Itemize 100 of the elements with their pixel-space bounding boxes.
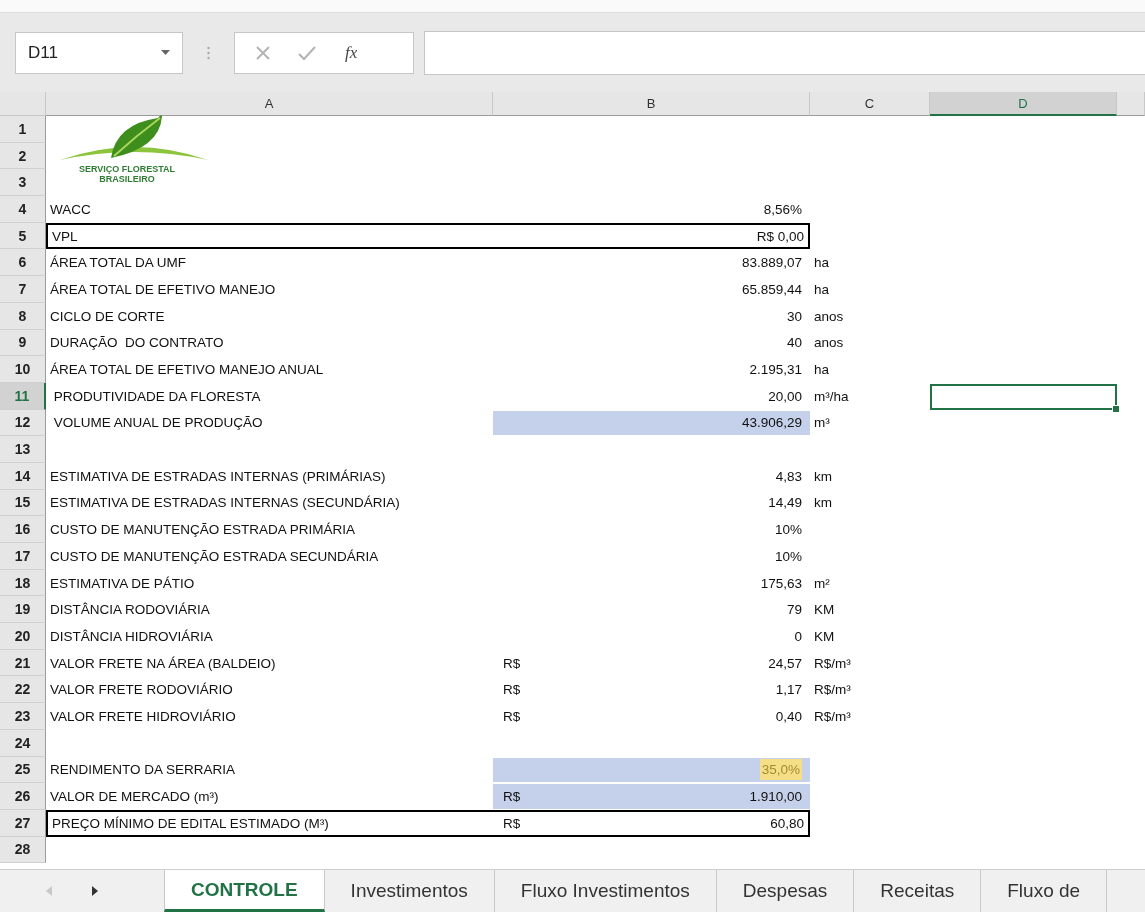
sheet-tab[interactable]: Despesas <box>716 870 855 912</box>
row-header[interactable]: 22 <box>0 676 46 704</box>
row-header[interactable]: 12 <box>0 409 46 437</box>
row-label: VALOR FRETE HIDROVIÁRIO <box>50 708 236 724</box>
sheet-tab[interactable]: Investimentos <box>324 870 495 912</box>
row-label: CUSTO DE MANUTENÇÃO ESTRADA SECUNDÁRIA <box>50 548 379 564</box>
row-label: ÁREA TOTAL DA UMF <box>50 255 187 271</box>
row-header[interactable]: 10 <box>0 356 46 383</box>
caret-icon <box>161 50 170 55</box>
cell-value: 175,63 <box>760 575 802 591</box>
scroll-left-icon[interactable] <box>46 886 52 896</box>
column-header[interactable]: A <box>46 92 493 116</box>
highlighted-value: 35,0% <box>759 759 802 781</box>
row-header[interactable]: 17 <box>0 543 46 570</box>
row-header[interactable]: 25 <box>0 756 46 784</box>
cell-value: 40 <box>786 335 802 351</box>
sheet-tab[interactable]: Fluxo de <box>981 870 1108 912</box>
row-label: WACC <box>50 201 91 217</box>
row-header[interactable]: 8 <box>0 302 46 330</box>
cell-value: 83.889,07 <box>741 255 802 271</box>
row-header[interactable]: 3 <box>0 169 46 197</box>
column-header[interactable] <box>1117 92 1145 116</box>
unit-label: R$/m³ <box>814 655 851 671</box>
name-box[interactable]: D11 <box>15 31 183 74</box>
row-label: CUSTO DE MANUTENÇÃO ESTRADA PRIMÁRIA <box>50 522 356 538</box>
row-header[interactable]: 18 <box>0 569 46 597</box>
cell-value: 43.906,29 <box>741 415 802 431</box>
unit-label: m³/ha <box>814 388 849 404</box>
cell-value: 10% <box>774 548 802 564</box>
unit-label: km <box>814 468 832 484</box>
row-header[interactable]: 6 <box>0 249 46 277</box>
sheet-tab[interactable]: CONTROLE <box>164 870 325 912</box>
cell-value: 1.910,00 <box>749 789 802 805</box>
currency-label: R$ <box>503 789 521 805</box>
cell-value: 0 <box>794 628 802 644</box>
cell-value: 65.859,44 <box>741 281 802 297</box>
row-header[interactable]: 11 <box>0 382 46 410</box>
row-label: ÁREA TOTAL DE EFETIVO MANEJO ANUAL <box>50 362 324 378</box>
unit-label: KM <box>814 628 835 644</box>
selected-cell[interactable] <box>930 383 1117 410</box>
row-header[interactable]: 26 <box>0 783 46 810</box>
row-header[interactable]: 9 <box>0 329 46 357</box>
insert-function-button[interactable]: fx <box>343 42 360 63</box>
row-label: DURAÇÃO DO CONTRATO <box>50 335 224 351</box>
row-header[interactable]: 7 <box>0 276 46 303</box>
scroll-right-icon[interactable] <box>92 886 98 896</box>
cancel-icon[interactable] <box>255 44 271 61</box>
row-label: RENDIMENTO DA SERRARIA <box>50 762 236 778</box>
row-header[interactable]: 28 <box>0 836 46 864</box>
cell-value: 79 <box>786 602 802 618</box>
logo-text: SERVIÇO FLORESTAL <box>78 164 176 174</box>
row-label: DISTÂNCIA RODOVIÁRIA <box>50 602 210 618</box>
row-header[interactable]: 21 <box>0 649 46 677</box>
row-label: ESTIMATIVA DE ESTRADAS INTERNAS (PRIMÁRIAS) <box>50 468 386 484</box>
row-header[interactable]: 27 <box>0 809 46 837</box>
row-label: VOLUME ANUAL DE PRODUÇÃO <box>52 415 263 431</box>
row-header[interactable]: 4 <box>0 196 46 223</box>
select-all-button[interactable] <box>0 92 46 116</box>
unit-label: anos <box>814 335 844 351</box>
unit-label: ha <box>814 281 830 297</box>
currency-label: R$ <box>503 708 521 724</box>
unit-label: m³ <box>814 415 830 431</box>
column-header[interactable]: C <box>810 92 930 116</box>
row-header[interactable]: 23 <box>0 703 46 730</box>
row-header[interactable]: 16 <box>0 516 46 543</box>
cell-value: R$ 0,00 <box>756 228 804 244</box>
sheet-tab[interactable]: Receitas <box>854 870 982 912</box>
currency-label: R$ <box>503 655 521 671</box>
unit-label: km <box>814 495 832 511</box>
cell-value: 30 <box>786 308 802 324</box>
row-label: VALOR FRETE NA ÁREA (BALDEIO) <box>50 655 276 671</box>
currency-label: R$ <box>503 815 521 831</box>
row-label: ESTIMATIVA DE PÁTIO <box>50 575 195 591</box>
unit-label: KM <box>814 602 835 618</box>
row-header[interactable]: 15 <box>0 489 46 517</box>
row-header[interactable]: 19 <box>0 596 46 624</box>
cell-value: 20,00 <box>768 388 802 404</box>
currency-label: R$ <box>503 682 521 698</box>
row-header[interactable]: 1 <box>0 116 46 143</box>
unit-label: R$/m³ <box>814 682 851 698</box>
unit-label: ha <box>814 362 830 378</box>
cell-value: 1,17 <box>775 682 802 698</box>
column-header[interactable]: D <box>930 92 1117 116</box>
sheet-tab[interactable]: Fluxo Investimentos <box>494 870 717 912</box>
row-header[interactable]: 5 <box>0 222 46 250</box>
row-header[interactable]: 20 <box>0 623 46 650</box>
cell-value: 8,56% <box>763 201 802 217</box>
cell-value: 10% <box>774 522 802 538</box>
column-header[interactable]: B <box>493 92 810 116</box>
row-label: VALOR DE MERCADO (m³) <box>50 789 219 805</box>
formula-field[interactable] <box>424 30 1145 75</box>
check-icon[interactable] <box>298 44 316 61</box>
row-header[interactable]: 14 <box>0 462 46 490</box>
row-header[interactable]: 24 <box>0 729 46 757</box>
row-label: CICLO DE CORTE <box>50 308 165 324</box>
drag-handle-icon[interactable] <box>207 45 210 60</box>
row-header[interactable]: 2 <box>0 142 46 170</box>
row-header[interactable]: 13 <box>0 436 46 463</box>
row-label: VPL <box>52 228 78 244</box>
unit-label: R$/m³ <box>814 708 851 724</box>
